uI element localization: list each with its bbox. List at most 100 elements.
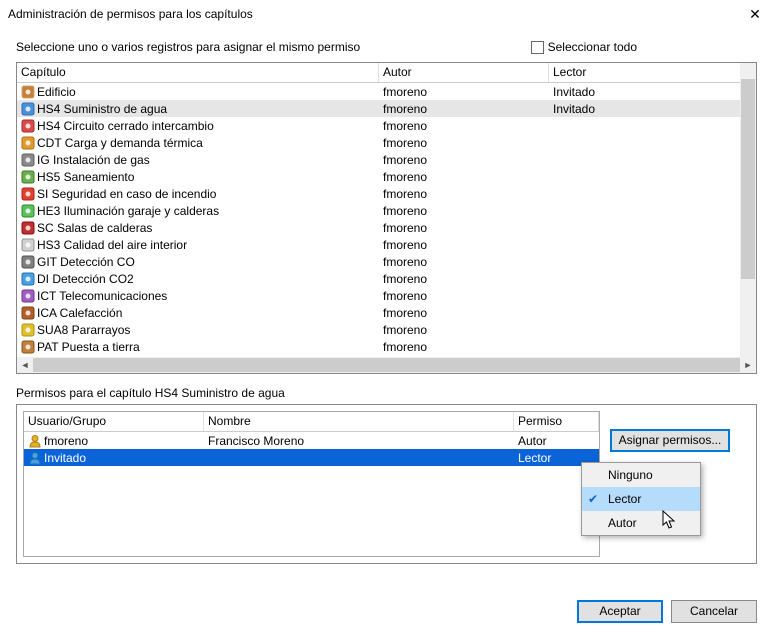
window-title: Administración de permisos para los capí… <box>8 7 745 21</box>
gas-icon <box>21 153 35 167</box>
fire-icon <box>21 187 35 201</box>
chapters-panel: Capítulo Autor Lector EdificiofmorenoInv… <box>16 62 757 374</box>
chapter-label: HS3 Calidad del aire interior <box>37 238 187 252</box>
col-chapter[interactable]: Capítulo <box>17 63 379 82</box>
chapter-row[interactable]: SI Seguridad en caso de incendio fmoreno <box>17 185 756 202</box>
dialog-buttons: Aceptar Cancelar <box>577 600 757 623</box>
chapter-row[interactable]: HS4 Suministro de agua fmorenoInvitado <box>17 100 756 117</box>
chapter-row[interactable]: HS4 Circuito cerrado intercambiofmoreno <box>17 117 756 134</box>
chapter-row[interactable]: SC Salas de calderas fmoreno <box>17 219 756 236</box>
chapter-reader: Invitado <box>549 102 756 116</box>
context-menu-label: Lector <box>608 492 641 506</box>
context-menu-item[interactable]: ✔ Lector <box>582 487 700 511</box>
chapter-row[interactable]: HS3 Calidad del aire interior fmoreno <box>17 236 756 253</box>
chapter-row[interactable]: HE3 Iluminación garaje y calderas fmoreno <box>17 202 756 219</box>
chapter-label: HS4 Suministro de agua <box>37 102 167 116</box>
chapter-author: fmoreno <box>379 170 549 184</box>
assign-permissions-button[interactable]: Asignar permisos... <box>610 429 730 452</box>
select-all-checkbox[interactable]: Seleccionar todo <box>531 40 637 54</box>
chapter-label: CDT Carga y demanda térmica <box>37 136 203 150</box>
chapter-row[interactable]: ICT Telecomunicacionesfmoreno <box>17 287 756 304</box>
chapter-row[interactable]: PAT Puesta a tierra fmoreno <box>17 338 756 355</box>
chapter-author: fmoreno <box>379 85 549 99</box>
telecom-icon <box>21 289 35 303</box>
chapter-author: fmoreno <box>379 187 549 201</box>
close-icon[interactable]: ✕ <box>745 6 765 23</box>
chapter-label: DI Detección CO2 <box>37 272 134 286</box>
col-user-group[interactable]: Usuario/Grupo <box>24 412 204 431</box>
permissions-body: fmorenoFrancisco MorenoAutorInvitadoLect… <box>24 432 599 466</box>
lightning-icon <box>21 323 35 337</box>
guest-icon <box>28 451 42 465</box>
chapter-row[interactable]: ICA Calefacción fmoreno <box>17 304 756 321</box>
boiler-icon <box>21 221 35 235</box>
perm-value: Autor <box>514 434 599 448</box>
chapter-author: fmoreno <box>379 102 549 116</box>
cancel-button[interactable]: Cancelar <box>671 600 757 623</box>
user-icon <box>28 434 42 448</box>
chapter-row[interactable]: HS5 Saneamiento fmoreno <box>17 168 756 185</box>
checkbox-icon <box>531 41 544 54</box>
scroll-right-icon[interactable]: ► <box>740 357 756 373</box>
perm-user-group: Invitado <box>44 451 86 465</box>
chapter-label: HS5 Saneamiento <box>37 170 134 184</box>
context-menu-item[interactable]: Ninguno <box>582 463 700 487</box>
chapter-author: fmoreno <box>379 238 549 252</box>
chapter-label: SI Seguridad en caso de incendio <box>37 187 216 201</box>
heat-icon <box>21 306 35 320</box>
chapter-author: fmoreno <box>379 289 549 303</box>
chapter-row[interactable]: DI Detección CO2 fmoreno <box>17 270 756 287</box>
chapter-author: fmoreno <box>379 221 549 235</box>
permissions-table: Usuario/Grupo Nombre Permiso fmorenoFran… <box>23 411 600 557</box>
col-name[interactable]: Nombre <box>204 412 514 431</box>
context-menu-label: Autor <box>608 516 637 530</box>
instruction-text: Seleccione uno o varios registros para a… <box>16 40 531 54</box>
permissions-header: Usuario/Grupo Nombre Permiso <box>24 412 599 432</box>
chapter-row[interactable]: CDT Carga y demanda térmica fmoreno <box>17 134 756 151</box>
chapter-row[interactable]: EdificiofmorenoInvitado <box>17 83 756 100</box>
chapter-author: fmoreno <box>379 136 549 150</box>
chapter-label: SUA8 Pararrayos <box>37 323 130 337</box>
chapter-label: IG Instalación de gas <box>37 153 150 167</box>
chapter-author: fmoreno <box>379 323 549 337</box>
context-menu-label: Ninguno <box>608 468 653 482</box>
chapters-header: Capítulo Autor Lector <box>17 63 756 83</box>
context-menu-item[interactable]: Autor <box>582 511 700 535</box>
drain-icon <box>21 170 35 184</box>
chapter-row[interactable]: SUA8 Pararrayos fmoreno <box>17 321 756 338</box>
instruction-row: Seleccione uno o varios registros para a… <box>0 28 773 62</box>
co2-icon <box>21 272 35 286</box>
chapter-author: fmoreno <box>379 306 549 320</box>
chapter-author: fmoreno <box>379 340 549 354</box>
chapter-row[interactable]: IG Instalación de gas fmoreno <box>17 151 756 168</box>
building-icon <box>21 85 35 99</box>
scrollbar-vertical[interactable] <box>740 63 756 357</box>
chapter-author: fmoreno <box>379 272 549 286</box>
bulb-icon <box>21 204 35 218</box>
ground-icon <box>21 340 35 354</box>
col-reader[interactable]: Lector <box>549 63 756 82</box>
scrollbar-horizontal[interactable]: ◄ ► <box>17 357 756 373</box>
chapter-label: ICA Calefacción <box>37 306 122 320</box>
chapter-label: HS4 Circuito cerrado intercambio <box>37 119 214 133</box>
chapter-label: Edificio <box>37 85 76 99</box>
accept-button[interactable]: Aceptar <box>577 600 663 623</box>
chapter-row[interactable]: GIT Detección COfmoreno <box>17 253 756 270</box>
chapter-label: GIT Detección CO <box>37 255 135 269</box>
chapter-author: fmoreno <box>379 153 549 167</box>
check-icon: ✔ <box>588 492 598 506</box>
perm-name: Francisco Moreno <box>204 434 514 448</box>
scroll-left-icon[interactable]: ◄ <box>17 357 33 373</box>
chapter-label: SC Salas de calderas <box>37 221 152 235</box>
chapter-label: PAT Puesta a tierra <box>37 340 140 354</box>
chapter-label: HE3 Iluminación garaje y calderas <box>37 204 219 218</box>
col-perm[interactable]: Permiso <box>514 412 599 431</box>
permission-row[interactable]: fmorenoFrancisco MorenoAutor <box>24 432 599 449</box>
permission-context-menu[interactable]: Ninguno ✔ Lector Autor <box>581 462 701 536</box>
select-all-label: Seleccionar todo <box>548 40 637 54</box>
co-icon <box>21 255 35 269</box>
chapter-author: fmoreno <box>379 204 549 218</box>
permission-row[interactable]: InvitadoLector <box>24 449 599 466</box>
col-author[interactable]: Autor <box>379 63 549 82</box>
title-bar: Administración de permisos para los capí… <box>0 0 773 28</box>
